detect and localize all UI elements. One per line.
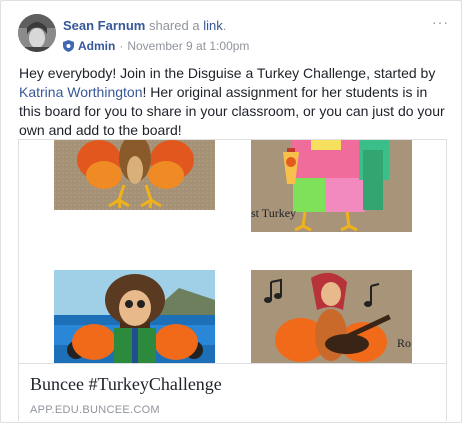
post-header: Sean Farnum shared a link. Admin · Novem…: [1, 1, 461, 61]
turkey-drawing-2[interactable]: st Turkey: [251, 140, 412, 232]
turkey-drawing-3[interactable]: [54, 270, 215, 363]
turkey-drawing-1[interactable]: [54, 140, 215, 210]
post-timestamp[interactable]: November 9 at 1:00pm: [127, 39, 249, 53]
feed-post: Sean Farnum shared a link. Admin · Novem…: [0, 0, 462, 423]
author-name[interactable]: Sean Farnum: [63, 18, 145, 33]
post-meta: Admin · November 9 at 1:00pm: [63, 39, 249, 53]
post-text-part1: Hey everybody! Join in the Disguise a Tu…: [19, 65, 436, 81]
link-info[interactable]: Buncee #TurkeyChallenge APP.EDU.BUNCEE.C…: [19, 363, 446, 421]
action-suffix: .: [222, 18, 227, 33]
action-prefix: shared a: [145, 18, 204, 33]
author-avatar[interactable]: [18, 14, 56, 52]
author-line: Sean Farnum shared a link.: [63, 18, 226, 33]
admin-badge[interactable]: Admin: [78, 39, 115, 53]
turkey-drawing-2-caption: st Turkey: [251, 206, 297, 220]
link-attachment[interactable]: st Turkey Ro Buncee #TurkeyChallenge APP…: [18, 139, 447, 421]
mention-link[interactable]: Katrina Worthington: [19, 84, 142, 100]
link-domain: APP.EDU.BUNCEE.COM: [30, 404, 160, 416]
shield-icon: [63, 40, 74, 52]
post-body: Hey everybody! Join in the Disguise a Tu…: [19, 64, 449, 140]
turkey-drawing-4-caption: Ro: [397, 336, 412, 350]
attachment-media[interactable]: st Turkey Ro: [19, 140, 446, 363]
meta-separator: ·: [119, 39, 124, 53]
shared-link[interactable]: link: [203, 18, 223, 33]
link-title[interactable]: Buncee #TurkeyChallenge: [30, 374, 222, 395]
more-options-icon[interactable]: ···: [432, 14, 449, 30]
turkey-drawing-4[interactable]: Ro: [251, 270, 412, 363]
